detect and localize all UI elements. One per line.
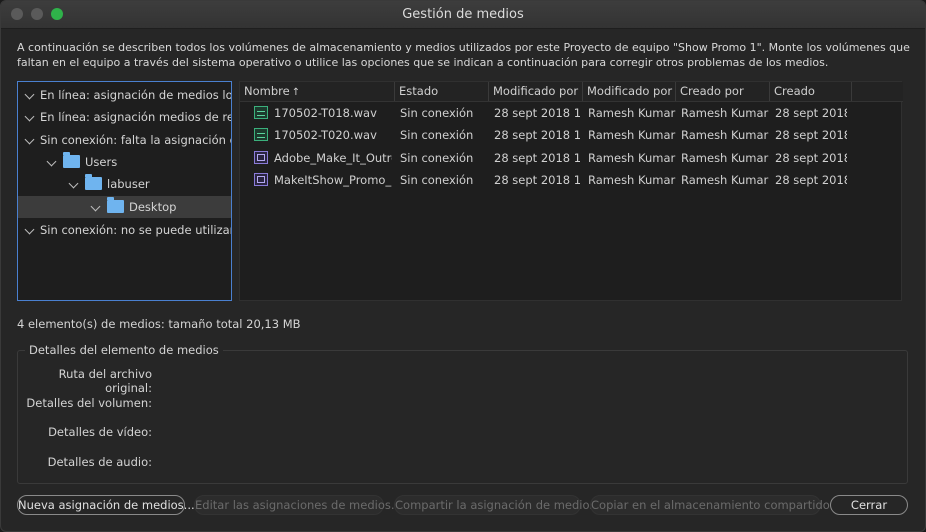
window-title: Gestión de medios: [402, 7, 524, 22]
chevron-down-icon[interactable]: [68, 178, 79, 189]
media-table: Nombre ↑ Estado Modificado por ... Modifi…: [239, 81, 903, 301]
media-management-dialog: Gestión de medios A continuación se desc…: [0, 0, 926, 532]
cell-modified-date: 28 sept 2018 13:4: [494, 173, 580, 187]
cell-created-by: Ramesh Kumar: [681, 106, 769, 120]
table-row[interactable]: Adobe_Make_It_Outro_ Sin conexión 28 sep…: [240, 147, 903, 169]
table-row[interactable]: 170502-T018.wav Sin conexión 28 sept 201…: [240, 102, 903, 124]
audio-file-icon: [254, 128, 268, 141]
tree-item-labuser[interactable]: labuser: [18, 173, 231, 195]
video-file-icon: [254, 151, 268, 164]
chevron-down-icon[interactable]: [90, 201, 101, 212]
cell-created-by: Ramesh Kumar: [681, 128, 769, 142]
cell-created: 28 sept 2018 1: [775, 106, 847, 120]
cell-status: Sin conexión: [400, 106, 474, 120]
volume-tree[interactable]: En línea: asignación de medios locales E…: [17, 81, 232, 301]
cell-modified-by: Ramesh Kumar: [588, 173, 676, 187]
column-header-name[interactable]: Nombre ↑: [240, 82, 395, 101]
audio-file-icon: [254, 106, 268, 119]
tree-item-offline-missing[interactable]: Sin conexión: falta la asignación de me: [18, 129, 231, 151]
tree-item-desktop[interactable]: Desktop: [18, 196, 231, 218]
cell-modified-date: 28 sept 2018 13:4: [494, 106, 580, 120]
cell-status: Sin conexión: [400, 128, 474, 142]
cell-modified-date: 28 sept 2018 13:4: [494, 151, 580, 165]
cell-created: 28 sept 2018 1: [775, 128, 847, 142]
cell-modified-by: Ramesh Kumar: [588, 106, 676, 120]
sort-ascending-icon: ↑: [291, 87, 301, 98]
cell-name: 170502-T020.wav: [274, 128, 377, 142]
folder-icon: [107, 197, 124, 213]
video-file-icon: [254, 173, 268, 186]
tree-item-offline-unusable[interactable]: Sin conexión: no se puede utilizar la as…: [18, 219, 231, 241]
chevron-down-icon[interactable]: [24, 111, 35, 122]
cell-created: 28 sept 2018 1: [775, 151, 847, 165]
cell-modified-by: Ramesh Kumar: [588, 151, 676, 165]
audio-details-label: Detalles de audio:: [47, 455, 152, 469]
cell-modified-by: Ramesh Kumar: [588, 128, 676, 142]
cell-name: 170502-T018.wav: [274, 106, 377, 120]
tree-item-label: En línea: asignación de medios locales: [40, 88, 231, 102]
tree-item-online-network[interactable]: En línea: asignación medios de red: [18, 106, 231, 128]
copy-to-shared-button[interactable]: Copiar en el almacenamiento compartido..…: [590, 495, 841, 515]
close-button[interactable]: Cerrar: [830, 495, 908, 515]
folder-icon: [63, 152, 80, 168]
chevron-down-icon[interactable]: [24, 224, 35, 235]
cell-created-by: Ramesh Kumar: [681, 151, 769, 165]
column-header-created-by[interactable]: Creado por: [676, 82, 770, 101]
cell-modified-date: 28 sept 2018 13:4: [494, 128, 580, 142]
tree-item-online-local[interactable]: En línea: asignación de medios locales: [18, 84, 231, 106]
table-row[interactable]: 170502-T020.wav Sin conexión 28 sept 201…: [240, 124, 903, 146]
column-header-modified-date[interactable]: Modificado por ...: [489, 82, 583, 101]
table-row[interactable]: MakeItShow_Promo_2_ Sin conexión 28 sept…: [240, 169, 903, 191]
edit-mappings-button[interactable]: Editar las asignaciones de medios...: [194, 495, 402, 515]
video-details-label: Detalles de vídeo:: [48, 425, 152, 439]
cell-status: Sin conexión: [400, 173, 474, 187]
cell-name: Adobe_Make_It_Outro_: [274, 151, 392, 165]
description-text: A continuación se describen todos los vo…: [17, 41, 910, 69]
column-header-created[interactable]: Creado: [770, 82, 852, 101]
cell-name: MakeItShow_Promo_2_: [274, 173, 392, 187]
tree-item-label: Desktop: [129, 200, 177, 214]
tree-item-label: Users: [85, 155, 118, 169]
tree-item-label: En línea: asignación medios de red: [40, 110, 231, 124]
tree-item-label: Sin conexión: no se puede utilizar la as…: [40, 223, 231, 237]
volume-details-label: Detalles del volumen:: [26, 396, 152, 410]
cell-created: 28 sept 2018 1: [775, 173, 847, 187]
chevron-down-icon[interactable]: [24, 134, 35, 145]
folder-icon: [85, 174, 102, 190]
tree-item-label: Sin conexión: falta la asignación de me: [40, 133, 231, 147]
media-summary: 4 elemento(s) de medios: tamaño total 20…: [17, 317, 301, 331]
cell-created-by: Ramesh Kumar: [681, 173, 769, 187]
new-mapping-button[interactable]: Nueva asignación de medios...: [17, 495, 195, 515]
chevron-down-icon[interactable]: [46, 156, 57, 167]
chevron-down-icon[interactable]: [24, 89, 35, 100]
cell-status: Sin conexión: [400, 151, 474, 165]
title-bar: Gestión de medios: [1, 1, 925, 29]
table-header: Nombre ↑ Estado Modificado por ... Modifi…: [240, 82, 903, 102]
share-mapping-button[interactable]: Compartir la asignación de medios: [394, 495, 596, 515]
details-title: Detalles del elemento de medios: [25, 343, 223, 357]
column-header-modified-by[interactable]: Modificado por: [583, 82, 676, 101]
tree-item-label: labuser: [107, 177, 150, 191]
column-header-status[interactable]: Estado: [395, 82, 489, 101]
original-path-label: Ruta del archivo original:: [58, 367, 152, 395]
tree-item-users[interactable]: Users: [18, 151, 231, 173]
